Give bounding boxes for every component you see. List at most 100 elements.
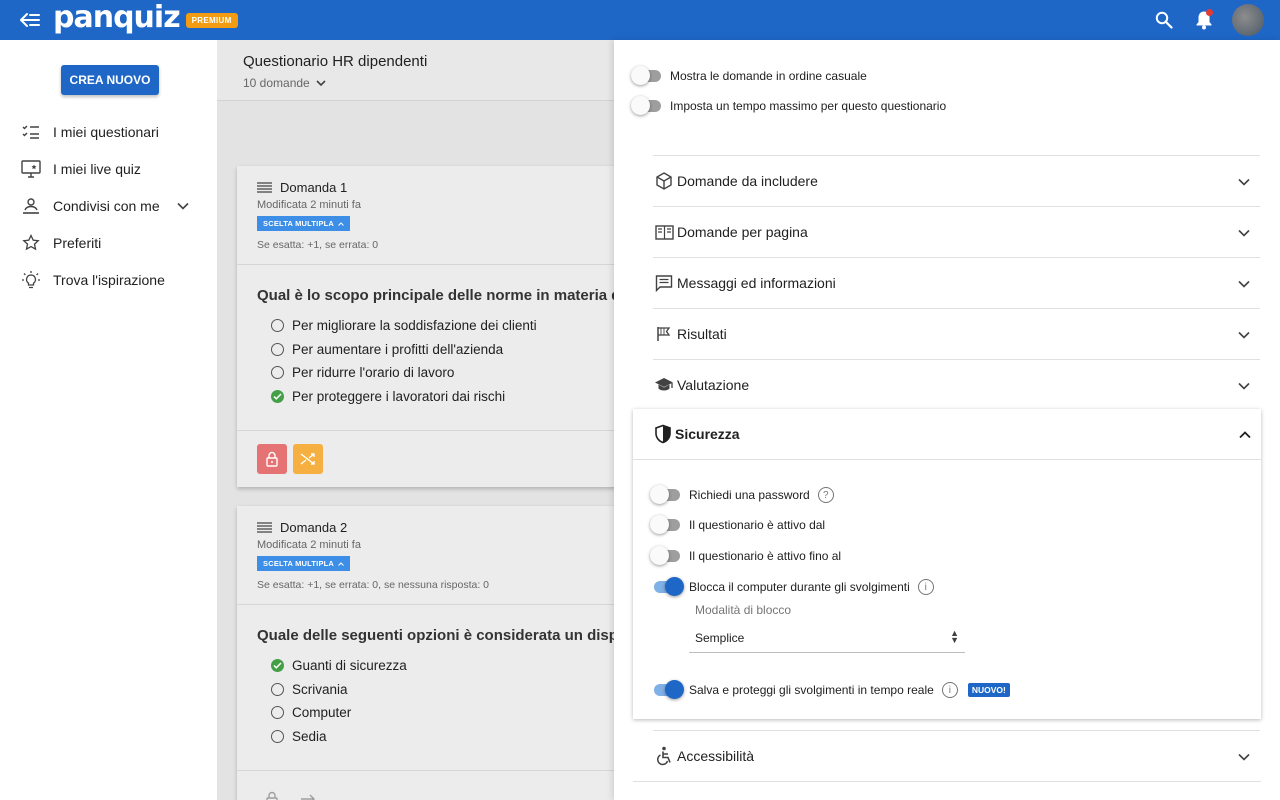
section-questions-to-include[interactable]: Domande da includere xyxy=(653,155,1260,206)
shield-icon xyxy=(653,424,673,444)
app-logo[interactable]: panquiz xyxy=(53,0,181,35)
section-label: Domande per pagina xyxy=(677,224,808,240)
shuffle-icon[interactable] xyxy=(293,444,323,474)
answer-option[interactable]: Per aumentare i profitti dell'azienda xyxy=(257,338,614,362)
info-icon[interactable]: i xyxy=(941,682,958,698)
question-footer xyxy=(237,770,614,800)
chevron-down-icon[interactable] xyxy=(1238,173,1250,189)
question-text[interactable]: Quale delle seguenti opzioni è considera… xyxy=(257,627,614,644)
answer-text: Guanti di sicurezza xyxy=(292,658,407,674)
toggle-switch[interactable] xyxy=(652,577,684,596)
toggle-switch[interactable] xyxy=(631,66,663,85)
lock-mode-select[interactable]: Semplice ▲ ▼ xyxy=(689,623,965,653)
question-type-label: SCELTA MULTIPLA xyxy=(263,219,335,228)
toggle-active-from[interactable]: Il questionario è attivo dal xyxy=(650,515,825,534)
section-messages[interactable]: Messaggi ed informazioni xyxy=(653,257,1260,308)
section-label: Valutazione xyxy=(677,377,750,393)
answer-text: Per proteggere i lavoratori dai rischi xyxy=(292,388,506,404)
question-type-badge[interactable]: SCELTA MULTIPLA xyxy=(257,556,351,571)
chevron-down-icon[interactable] xyxy=(1238,275,1250,291)
sidebar-item-favorites[interactable]: Preferiti xyxy=(0,224,217,261)
monitor-star-icon xyxy=(20,158,42,180)
select-arrows-icon: ▲ ▼ xyxy=(950,628,959,645)
section-evaluation[interactable]: Valutazione xyxy=(653,359,1260,410)
sidebar-item-live-quiz[interactable]: I miei live quiz xyxy=(0,150,217,187)
question-type-badge[interactable]: SCELTA MULTIPLA xyxy=(257,216,351,231)
sidebar-item-label: I miei live quiz xyxy=(53,160,141,177)
section-accessibility[interactable]: Accessibilità xyxy=(653,730,1260,781)
toggle-active-until[interactable]: Il questionario è attivo fino al xyxy=(650,546,841,565)
sidebar-item-label: Condivisi con me xyxy=(53,197,160,214)
chevron-down-icon[interactable] xyxy=(1238,326,1250,342)
answer-option[interactable]: Per migliorare la soddisfazione dei clie… xyxy=(257,314,614,338)
drag-handle-icon xyxy=(257,182,272,193)
answer-option-correct[interactable]: Guanti di sicurezza xyxy=(257,654,614,678)
lock-icon[interactable] xyxy=(257,444,287,474)
section-label: Risultati xyxy=(677,326,727,342)
question-count-dropdown[interactable]: 10 domande xyxy=(243,76,326,90)
premium-badge: PREMIUM xyxy=(185,12,238,28)
answer-option-correct[interactable]: Per proteggere i lavoratori dai rischi xyxy=(257,385,614,409)
answer-options: Per migliorare la soddisfazione dei clie… xyxy=(257,314,614,408)
message-icon xyxy=(653,272,675,294)
question-type-label: SCELTA MULTIPLA xyxy=(263,559,335,568)
answer-text: Per ridurre l'orario di lavoro xyxy=(292,365,455,381)
quiz-header: Questionario HR dipendenti 10 domande xyxy=(217,40,614,101)
radio-icon xyxy=(271,682,284,696)
question-name: Domanda 2 xyxy=(280,520,348,535)
radio-icon xyxy=(271,342,284,356)
check-circle-icon xyxy=(271,659,284,673)
shared-user-icon xyxy=(20,195,42,217)
section-label: Domande da includere xyxy=(677,173,818,189)
chevron-down-icon[interactable] xyxy=(1238,224,1250,240)
section-questions-per-page[interactable]: Domande per pagina xyxy=(653,206,1260,257)
notification-dot xyxy=(1206,9,1213,16)
radio-icon xyxy=(271,319,284,333)
chevron-down-icon[interactable] xyxy=(1238,377,1250,393)
search-icon[interactable] xyxy=(1144,0,1184,40)
help-question-icon[interactable]: ? xyxy=(817,487,834,503)
menu-back-arrow-icon[interactable] xyxy=(10,0,50,40)
radio-icon xyxy=(271,729,284,743)
chevron-down-icon[interactable] xyxy=(177,197,189,213)
toggle-require-password[interactable]: Richiedi una password ? xyxy=(650,485,834,504)
lock-icon[interactable] xyxy=(257,784,287,800)
toggle-switch[interactable] xyxy=(650,546,682,565)
sidebar-item-shared-with-me[interactable]: Condivisi con me xyxy=(0,187,217,224)
toggle-label: Imposta un tempo massimo per questo ques… xyxy=(670,99,947,113)
question-card[interactable]: Domanda 1 Modificata 2 minuti fa SCELTA … xyxy=(237,166,614,487)
answer-text: Computer xyxy=(292,705,352,721)
toggle-lock-computer[interactable]: Blocca il computer durante gli svolgimen… xyxy=(652,577,934,596)
answer-option[interactable]: Computer xyxy=(257,701,614,725)
sidebar-item-my-quizzes[interactable]: I miei questionari xyxy=(0,113,217,150)
question-text[interactable]: Qual è lo scopo principale delle norme i… xyxy=(257,287,614,304)
create-new-button[interactable]: CREA NUOVO xyxy=(61,65,159,95)
sidebar-item-inspiration[interactable]: Trova l'ispirazione xyxy=(0,261,217,298)
toggle-switch[interactable] xyxy=(652,680,684,699)
top-app-bar: panquiz PREMIUM xyxy=(0,0,1280,40)
user-avatar[interactable] xyxy=(1232,4,1264,36)
chevron-down-icon[interactable] xyxy=(1238,748,1250,764)
toggle-time-limit[interactable]: Imposta un tempo massimo per questo ques… xyxy=(631,96,947,115)
quiz-title[interactable]: Questionario HR dipendenti xyxy=(243,53,427,70)
toggle-switch[interactable] xyxy=(631,96,663,115)
answer-option[interactable]: Per ridurre l'orario di lavoro xyxy=(257,361,614,385)
toggle-switch[interactable] xyxy=(650,485,682,504)
notifications-bell-icon[interactable] xyxy=(1184,0,1224,40)
question-score: Se esatta: +1, se errata: 0, se nessuna … xyxy=(257,579,490,591)
answer-text: Per aumentare i profitti dell'azienda xyxy=(292,341,504,357)
toggle-save-protect[interactable]: Salva e proteggi gli svolgimenti in temp… xyxy=(652,680,1010,699)
arrow-right-icon[interactable] xyxy=(293,784,323,800)
info-icon[interactable]: i xyxy=(917,579,934,595)
toggle-random-order[interactable]: Mostra le domande in ordine casuale xyxy=(631,66,867,85)
question-card[interactable]: Domanda 2 Modificata 2 minuti fa SCELTA … xyxy=(237,506,614,800)
section-security-header[interactable]: Sicurezza xyxy=(633,409,1261,460)
answer-option[interactable]: Scrivania xyxy=(257,678,614,702)
question-score: Se esatta: +1, se errata: 0 xyxy=(257,239,379,251)
toggle-switch[interactable] xyxy=(650,515,682,534)
section-security-expanded: Sicurezza Richiedi una password ? Il que… xyxy=(633,409,1261,719)
accessibility-icon xyxy=(653,745,675,767)
section-results[interactable]: Risultati xyxy=(653,308,1260,359)
answer-option[interactable]: Sedia xyxy=(257,725,614,749)
chevron-up-icon[interactable] xyxy=(1239,426,1251,442)
